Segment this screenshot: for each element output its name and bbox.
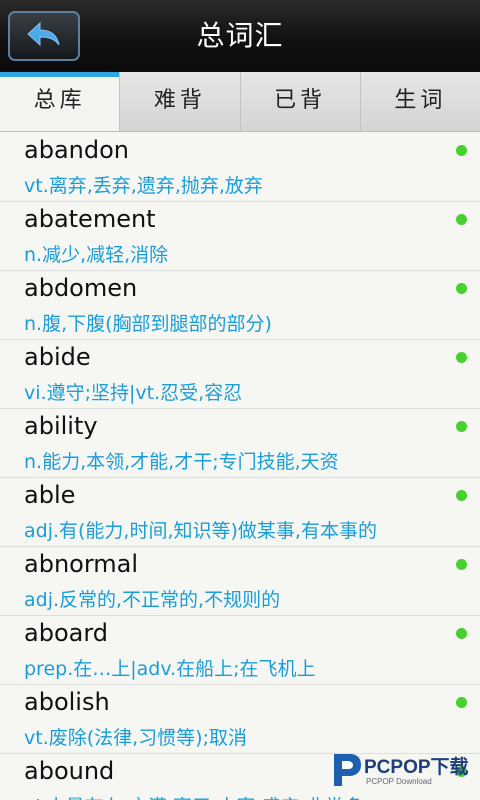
word-row[interactable]: ability n.能力,本领,才能,才干;专门技能,天资 [0, 409, 480, 478]
word-row[interactable]: abnormal adj.反常的,不正常的,不规则的 [0, 547, 480, 616]
pcpop-watermark: PCPOP下载 PCPOP Download [330, 750, 478, 794]
word-definition: vi.遵守;坚持|vt.忍受,容忍 [24, 382, 243, 404]
word-text: abatement [24, 205, 156, 233]
status-dot-icon [456, 283, 467, 294]
word-text: abolish [24, 688, 110, 716]
watermark-subtext: PCPOP Download [366, 777, 432, 786]
word-text: abide [24, 343, 91, 371]
tab-bar: 总库 难背 已背 生词 [0, 72, 480, 132]
word-text: ability [24, 412, 98, 440]
word-definition: n.腹,下腹(胸部到腿部的部分) [24, 313, 272, 335]
status-dot-icon [456, 352, 467, 363]
word-definition: prep.在…上|adv.在船上;在飞机上 [24, 658, 316, 680]
word-row[interactable]: able adj.有(能力,时间,知识等)做某事,有本事的 [0, 478, 480, 547]
word-row[interactable]: abide vi.遵守;坚持|vt.忍受,容忍 [0, 340, 480, 409]
status-dot-icon [456, 559, 467, 570]
tab-all[interactable]: 总库 [0, 72, 121, 131]
word-text: able [24, 481, 76, 509]
tab-difficult[interactable]: 难背 [120, 72, 241, 131]
word-definition: adj.反常的,不正常的,不规则的 [24, 589, 281, 611]
word-text: abdomen [24, 274, 138, 302]
word-definition: adj.有(能力,时间,知识等)做某事,有本事的 [24, 520, 377, 542]
tab-new-words[interactable]: 生词 [360, 72, 480, 131]
status-dot-icon [456, 628, 467, 639]
status-dot-icon [456, 490, 467, 501]
word-row[interactable]: abdomen n.腹,下腹(胸部到腿部的部分) [0, 271, 480, 340]
status-dot-icon [456, 145, 467, 156]
word-row[interactable]: abolish vt.废除(法律,习惯等);取消 [0, 685, 480, 754]
word-definition: n.能力,本领,才能,才干;专门技能,天资 [24, 451, 339, 473]
back-arrow-icon [27, 21, 60, 47]
word-text: abound [24, 757, 115, 785]
word-row[interactable]: abatement n.减少,减轻,消除 [0, 202, 480, 271]
word-row[interactable]: abandon vt.离弃,丢弃,遗弃,抛弃,放弃 [0, 133, 480, 202]
word-row[interactable]: aboard prep.在…上|adv.在船上;在飞机上 [0, 616, 480, 685]
word-list: abandon vt.离弃,丢弃,遗弃,抛弃,放弃 abatement n.减少… [0, 133, 480, 800]
word-text: abnormal [24, 550, 139, 578]
status-dot-icon [456, 697, 467, 708]
word-definition: vt.废除(法律,习惯等);取消 [24, 727, 248, 749]
status-dot-icon [456, 214, 467, 225]
app-header: 总词汇 [0, 0, 480, 72]
word-definition: n.减少,减轻,消除 [24, 244, 169, 266]
back-button[interactable] [8, 11, 80, 61]
pcpop-logo-icon [334, 754, 361, 786]
word-definition: vi.大量存在;充满,富于;大富,盛产;非常多 [24, 792, 363, 800]
watermark-text: PCPOP下载 [364, 757, 469, 778]
status-dot-icon [456, 421, 467, 432]
word-text: abandon [24, 136, 129, 164]
word-text: aboard [24, 619, 109, 647]
tab-memorized[interactable]: 已背 [240, 72, 361, 131]
word-definition: vt.离弃,丢弃,遗弃,抛弃,放弃 [24, 175, 263, 197]
